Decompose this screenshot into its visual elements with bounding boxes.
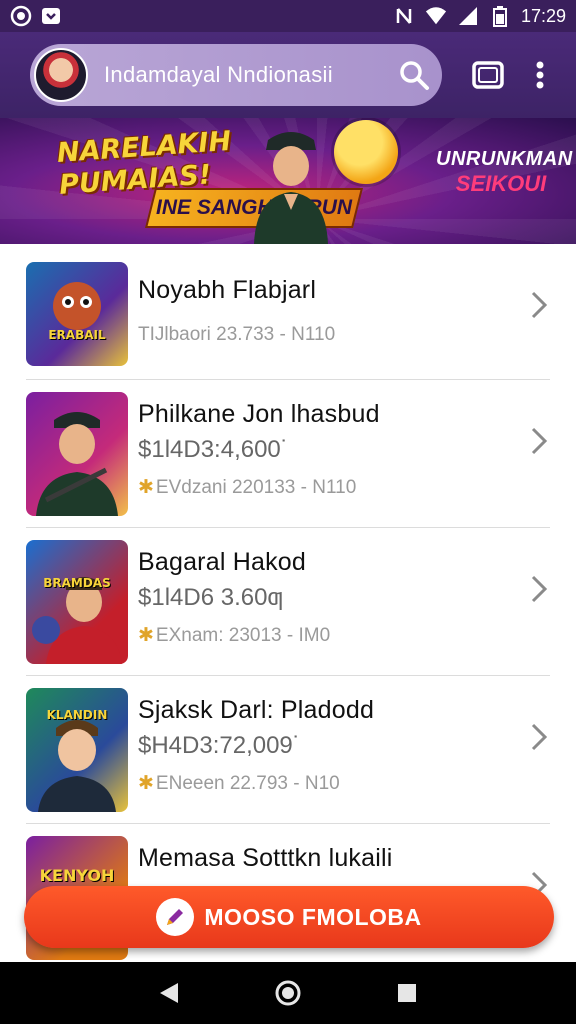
item-meta: TIJlbaori 23.733 - N110 xyxy=(138,324,336,345)
status-right: 17:29 xyxy=(393,5,566,27)
thumbnail-label: KLANDIN xyxy=(46,708,108,722)
item-price: $1l4D6 3.60ƣ xyxy=(138,584,284,611)
thumbnail-art xyxy=(36,412,118,516)
pencil-icon xyxy=(156,898,195,936)
star-icon: ✱ xyxy=(138,625,154,646)
thumbnail-label: BRAMDAS xyxy=(43,576,111,590)
notification-icon-2 xyxy=(40,5,62,27)
thumbnail-art xyxy=(53,282,101,330)
list-item[interactable]: BRAMDAS Bagaral Hakod $1l4D6 3.60ƣ ✱ EXna… xyxy=(26,528,550,676)
item-price: $1l4D3:4,600˙ xyxy=(138,436,289,463)
recents-icon[interactable] xyxy=(391,977,423,1009)
back-icon[interactable] xyxy=(153,977,185,1009)
banner-subtitle-line2: SEIKOUI xyxy=(455,171,547,196)
system-nav-bar xyxy=(0,962,576,1024)
search-input[interactable]: Indamdayal Nndionasii xyxy=(104,62,396,88)
item-thumbnail xyxy=(26,392,128,516)
star-icon: ✱ xyxy=(138,477,154,498)
item-thumbnail: ERABAIL xyxy=(26,262,128,366)
chevron-right-icon[interactable] xyxy=(528,290,550,320)
signal-icon xyxy=(457,5,479,27)
banner-character-image xyxy=(254,132,328,244)
search-bar[interactable]: Indamdayal Nndionasii xyxy=(30,44,442,106)
list-item[interactable]: ERABAIL Noyabh Flabjarl TIJlbaori 23.733… xyxy=(26,244,550,380)
item-meta: ✱ ENeeen 22.793 - N10 xyxy=(138,772,340,795)
app-bar: Indamdayal Nndionasii xyxy=(0,32,576,118)
item-meta-text: EXnam: 23013 - IM0 xyxy=(155,625,331,646)
search-icon[interactable] xyxy=(396,57,432,93)
cast-icon[interactable] xyxy=(470,57,506,93)
thumbnail-label: ERABAIL xyxy=(48,328,106,342)
thumbnail-art xyxy=(38,720,116,812)
notification-icon-1 xyxy=(10,5,32,27)
banner-subtitle: UNRUNKMAN SEIKOUI xyxy=(436,148,573,197)
item-meta-text: EVdzani 220133 - N110 xyxy=(155,477,357,498)
item-price: $H4D3:72,009˙ xyxy=(138,732,301,759)
list-item[interactable]: Philkanе Jon lhasbud $1l4D3:4,600˙ ✱ EVdz… xyxy=(26,380,550,528)
thumbnail-label: KENYOH xyxy=(39,866,115,885)
item-title: Memasa Sotttkn lukaili xyxy=(138,844,393,872)
primary-action-button[interactable]: MOOSO FMOLOBA xyxy=(24,886,554,948)
status-left xyxy=(10,5,62,27)
item-title: Bagaral Hakod xyxy=(138,548,306,576)
item-title: Noyabh Flabjarl xyxy=(138,276,317,304)
chevron-right-icon[interactable] xyxy=(528,722,550,752)
item-thumbnail: BRAMDAS xyxy=(26,540,128,664)
chevron-right-icon[interactable] xyxy=(528,426,550,456)
status-time: 17:29 xyxy=(520,5,566,26)
nfc-icon xyxy=(393,5,415,27)
item-meta-text: ENeeen 22.793 - N10 xyxy=(155,773,340,794)
list-item[interactable]: KLANDIN Sjaksk Darl: Pladodd $H4D3:72,00… xyxy=(26,676,550,824)
more-vert-icon[interactable] xyxy=(528,57,552,93)
chevron-right-icon[interactable] xyxy=(528,574,550,604)
wifi-icon xyxy=(425,5,447,27)
item-meta: ✱ EVdzani 220133 - N110 xyxy=(138,476,356,499)
item-meta: ✱ EXnam: 23013 - IM0 xyxy=(138,624,330,647)
promo-banner[interactable]: NARELAKIH PUMAIAS! INE SANGH PERUN UNRUN… xyxy=(0,118,576,244)
item-thumbnail: KLANDIN xyxy=(26,688,128,812)
item-title: Sjaksk Darl: Pladodd xyxy=(138,696,375,724)
star-icon: ✱ xyxy=(138,773,154,794)
emoji-icon xyxy=(334,120,398,184)
game-list: ERABAIL Noyabh Flabjarl TIJlbaori 23.733… xyxy=(0,244,576,962)
battery-icon xyxy=(489,5,511,27)
primary-action-label: MOOSO FMOLOBA xyxy=(204,903,422,930)
status-bar: 17:29 xyxy=(0,0,576,32)
avatar[interactable] xyxy=(34,48,88,102)
home-icon[interactable] xyxy=(272,977,304,1009)
banner-subtitle-line1: UNRUNKMAN xyxy=(436,148,573,170)
item-title: Philkanе Jon lhasbud xyxy=(138,400,380,428)
thumbnail-art xyxy=(32,577,122,664)
